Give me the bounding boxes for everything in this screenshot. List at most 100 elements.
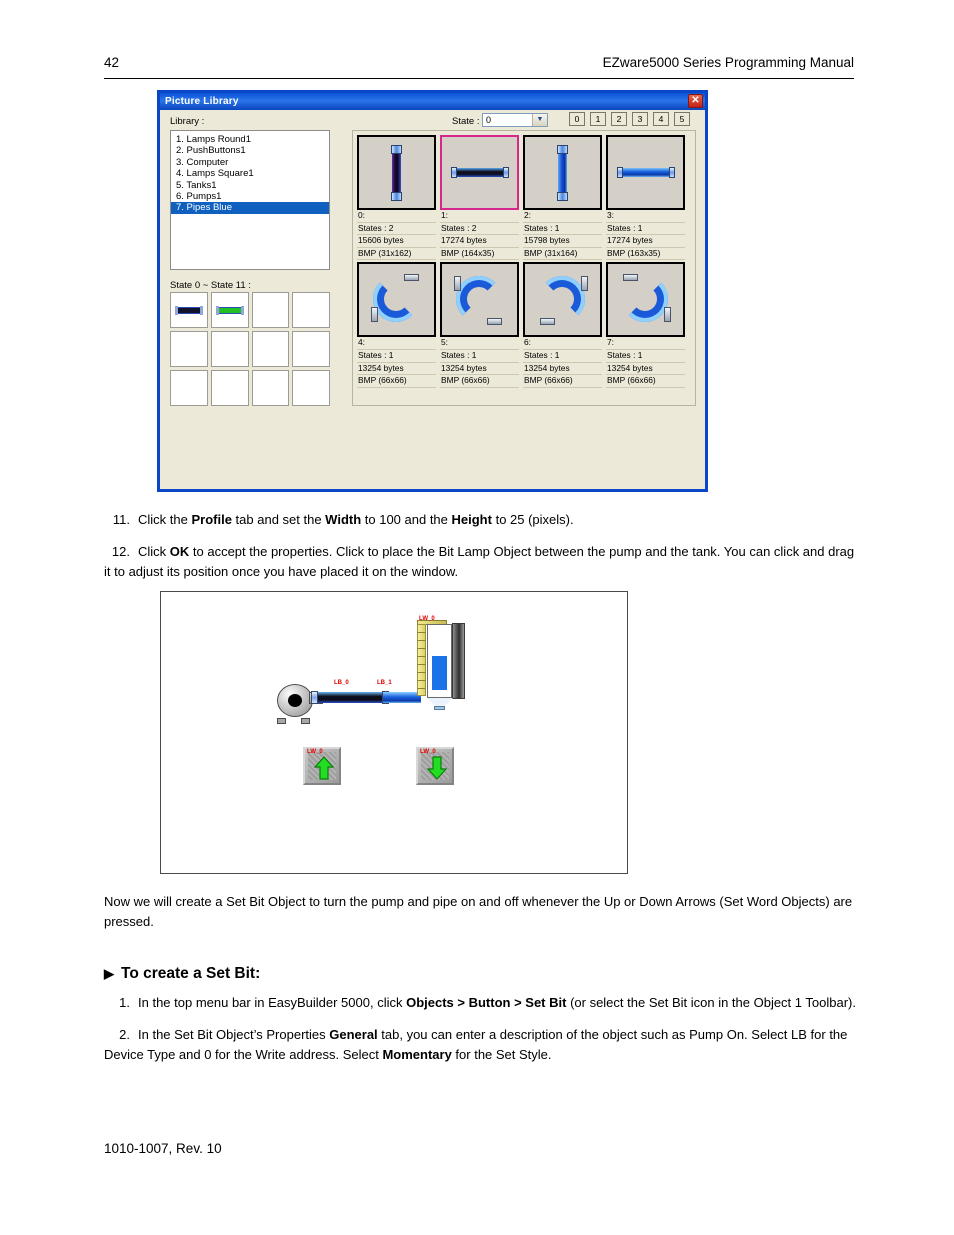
state-cell-2[interactable] — [251, 292, 290, 328]
library-list-item[interactable]: 2. PushButtons1 — [171, 145, 329, 156]
picture-grid-panel: 0: States : 2 15606 bytes BMP (31x162) 1: Sta… — [352, 130, 696, 406]
state-cell-3[interactable] — [292, 292, 330, 328]
tank-foot — [434, 706, 445, 710]
picture-cell[interactable]: 7: States : 1 13254 bytes BMP (66x66) — [606, 262, 685, 388]
picture-index: 4: — [357, 337, 436, 350]
picture-format: BMP (31x164) — [523, 248, 602, 261]
pump-hub — [288, 694, 302, 707]
picture-index: 2: — [523, 210, 602, 223]
library-list[interactable]: 1. Lamps Round1 2. PushButtons1 3. Compute… — [170, 130, 330, 270]
library-list-item[interactable]: 1. Lamps Round1 — [171, 134, 329, 145]
picture-states: States : 2 — [357, 223, 436, 236]
chevron-down-icon[interactable]: ▼ — [532, 114, 547, 126]
picture-cell[interactable]: 2: States : 1 15798 bytes BMP (31x164) — [523, 135, 602, 261]
picture-thumbnail[interactable] — [606, 262, 685, 338]
state-cell-6[interactable] — [251, 331, 290, 367]
state-cell-0[interactable] — [170, 292, 208, 328]
picture-format: BMP (66x66) — [523, 375, 602, 388]
tank-gauge — [417, 624, 426, 696]
list-item: 2. In the Set Bit Object’s Properties Ge… — [104, 1025, 856, 1065]
picture-thumbnail[interactable] — [606, 135, 685, 210]
state-button-3[interactable]: 3 — [632, 112, 648, 126]
state-cell-8[interactable] — [170, 370, 208, 406]
section-heading-text: To create a Set Bit: — [121, 965, 261, 982]
picture-thumbnail[interactable] — [440, 135, 519, 210]
state-label: State : — [452, 116, 480, 127]
picture-states: States : 1 — [523, 223, 602, 236]
picture-cell[interactable]: 5: States : 1 13254 bytes BMP (66x66) — [440, 262, 519, 388]
list-number: 1. — [119, 995, 130, 1010]
picture-format: BMP (66x66) — [606, 375, 685, 388]
picture-format: BMP (163x35) — [606, 248, 685, 261]
picture-cell[interactable]: 0: States : 2 15606 bytes BMP (31x162) — [357, 135, 436, 261]
arrow-up-icon — [314, 756, 334, 780]
picture-bytes: 17274 bytes — [440, 235, 519, 248]
state-button-4[interactable]: 4 — [653, 112, 669, 126]
library-list-item[interactable]: 3. Computer — [171, 157, 329, 168]
bit-lamp-object[interactable] — [311, 691, 389, 704]
picture-cell[interactable]: 4: States : 1 13254 bytes BMP (66x66) — [357, 262, 436, 388]
picture-bytes: 13254 bytes — [357, 363, 436, 376]
state-button-1[interactable]: 1 — [590, 112, 606, 126]
picture-thumbnail[interactable] — [357, 262, 436, 338]
picture-states: States : 1 — [606, 350, 685, 363]
steps-list-lower: 1. In the top menu bar in EasyBuilder 50… — [104, 993, 856, 1065]
state-dropdown[interactable]: 0 ▼ — [482, 113, 548, 127]
picture-format: BMP (31x162) — [357, 248, 436, 261]
library-list-item[interactable]: 4. Lamps Square1 — [171, 168, 329, 179]
picture-index: 0: — [357, 210, 436, 223]
picture-bytes: 15798 bytes — [523, 235, 602, 248]
picture-states: States : 1 — [606, 223, 685, 236]
picture-thumbnail[interactable] — [523, 135, 602, 210]
manual-title: EZware5000 Series Programming Manual — [602, 55, 854, 70]
pump-foot-right — [301, 718, 310, 724]
list-item: 1. In the top menu bar in EasyBuilder 50… — [104, 993, 856, 1013]
picture-states: States : 1 — [357, 350, 436, 363]
list-item: 12. Click OK to accept the properties. C… — [104, 542, 856, 582]
pump-address-tag: LB_0 — [334, 680, 349, 686]
picture-index: 7: — [606, 337, 685, 350]
list-text: Click the Profile tab and set the Width … — [138, 512, 574, 527]
header-rule — [104, 78, 854, 79]
state-cell-5[interactable] — [210, 331, 249, 367]
close-icon[interactable]: ✕ — [688, 94, 703, 108]
state-preview-grid — [170, 292, 330, 406]
state-cell-1[interactable] — [210, 292, 249, 328]
tank-address-tag: LW_0 — [419, 616, 435, 622]
picture-thumbnail[interactable] — [523, 262, 602, 338]
dialog-title: Picture Library — [165, 96, 239, 107]
picture-index: 6: — [523, 337, 602, 350]
dialog-title-bar[interactable]: Picture Library ✕ — [160, 93, 705, 110]
picture-cell[interactable]: 6: States : 1 13254 bytes BMP (66x66) — [523, 262, 602, 388]
state-button-group: 012345 — [569, 112, 690, 126]
library-list-item[interactable]: 6. Pumps1 — [171, 191, 329, 202]
picture-states: States : 1 — [440, 350, 519, 363]
section-heading: ▶ To create a Set Bit: — [104, 965, 260, 983]
library-list-item[interactable]: 5. Tanks1 — [171, 180, 329, 191]
picture-metadata: 0: States : 2 15606 bytes BMP (31x162) — [357, 210, 436, 261]
bit-lamp-address-tag: LB_1 — [377, 680, 392, 686]
state-cell-11[interactable] — [292, 370, 330, 406]
list-number: 12. — [111, 544, 130, 559]
state-cell-9[interactable] — [210, 370, 249, 406]
picture-cell[interactable]: 1: States : 2 17274 bytes BMP (164x35) — [440, 135, 519, 261]
picture-states: States : 2 — [440, 223, 519, 236]
state-cell-4[interactable] — [170, 331, 208, 367]
up-button-address-tag: LW_0 — [307, 749, 323, 755]
state-cell-7[interactable] — [292, 331, 330, 367]
steps-list-upper: 11. Click the Profile tab and set the Wi… — [104, 510, 856, 582]
state-cell-10[interactable] — [251, 370, 290, 406]
arrow-down-icon — [427, 756, 447, 780]
states-caption: State 0 ~ State 11 : — [170, 280, 251, 291]
picture-metadata: 2: States : 1 15798 bytes BMP (31x164) — [523, 210, 602, 261]
bit-lamp-flange-left — [311, 691, 318, 704]
list-text: Click OK to accept the properties. Click… — [104, 544, 855, 579]
picture-cell[interactable]: 3: States : 1 17274 bytes BMP (163x35) — [606, 135, 685, 261]
state-button-2[interactable]: 2 — [611, 112, 627, 126]
library-list-item[interactable]: 7. Pipes Blue — [171, 202, 329, 214]
picture-thumbnail[interactable] — [440, 262, 519, 338]
state-button-0[interactable]: 0 — [569, 112, 585, 126]
picture-thumbnail[interactable] — [357, 135, 436, 210]
state-button-5[interactable]: 5 — [674, 112, 690, 126]
page-header: 42 EZware5000 Series Programming Manual — [104, 55, 854, 79]
